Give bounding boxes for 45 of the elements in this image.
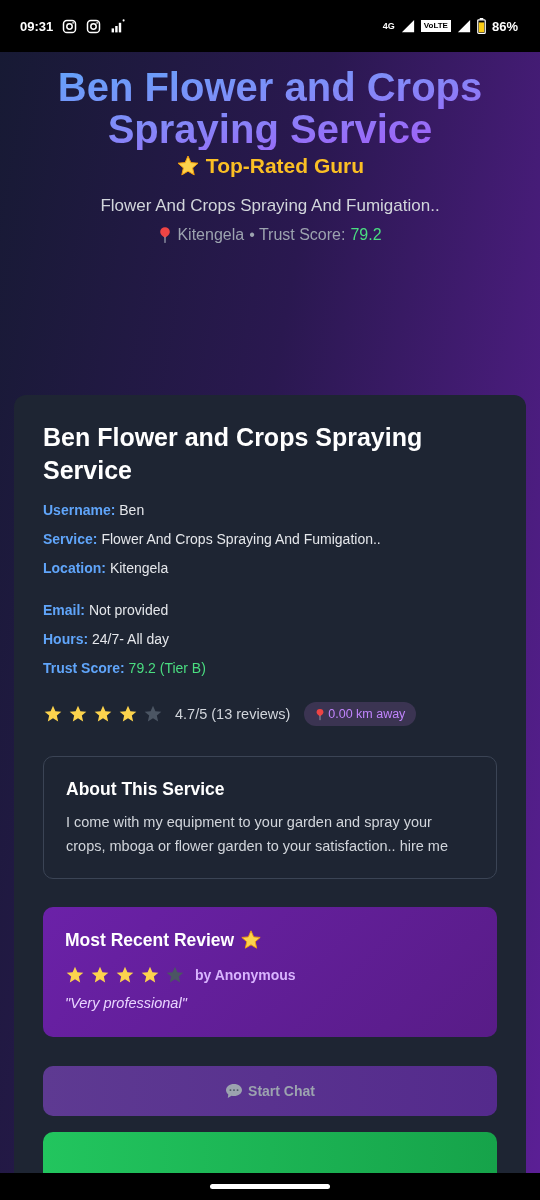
chat-bubble-icon	[225, 1083, 244, 1099]
camera-app-icon	[62, 18, 78, 34]
rating-text: 4.7/5 (13 reviews)	[175, 706, 291, 722]
action-button[interactable]	[43, 1132, 497, 1173]
star-icon	[90, 965, 110, 985]
star-icon	[43, 704, 63, 724]
star-icon	[68, 704, 88, 724]
battery-icon	[476, 18, 486, 34]
badge-text: Top-Rated Guru	[205, 154, 365, 178]
detail-row-text: Service: Flower And Crops Spraying And Fumigation..	[43, 531, 382, 548]
hero-subtitle: Flower And Crops Spraying And Fumigation..	[100, 196, 440, 216]
home-indicator[interactable]	[210, 1184, 330, 1189]
signal-icon	[400, 19, 415, 33]
signal-bars-icon	[110, 18, 127, 34]
star-icon	[65, 965, 85, 985]
section-title: Most Recent Review	[65, 929, 235, 951]
star-icon	[165, 965, 185, 985]
detail-row-text: Location: Kitengela	[43, 560, 170, 577]
about-text: I come with my equipment to your garden and spray your crops, mboga or flower garden to your satisfaction.. hire me	[66, 813, 449, 856]
trust-score: 79.2	[350, 226, 382, 244]
pin-icon	[158, 226, 173, 244]
star-icon	[118, 704, 138, 724]
star-icon	[240, 929, 263, 951]
detail-row-text: Trust Score: 79.2 (Tier B)	[43, 660, 207, 677]
distance-text: 0.00 km away	[328, 707, 406, 721]
detail-row-text: Hours: 24/7- All day	[43, 631, 171, 648]
review-quote: "Very professional"	[65, 995, 189, 1011]
star-icon	[115, 965, 135, 985]
detail-row-text: Username: Ben	[43, 502, 146, 519]
star-icon	[175, 154, 200, 178]
volte-badge: VoLTE	[420, 20, 451, 32]
status-time: 09:31	[20, 18, 54, 34]
network-type: 4G	[382, 21, 395, 31]
section-title: About This Service	[66, 779, 226, 800]
star-icon	[93, 704, 113, 724]
review-author: by Anonymous	[195, 967, 296, 983]
score-label: • Trust Score:	[249, 226, 346, 244]
card-title: Ben Flower and Crops Spraying Service	[43, 422, 424, 486]
location-text: Kitengela	[177, 226, 245, 244]
star-icon	[140, 965, 160, 985]
signal-icon	[456, 19, 471, 33]
star-icon	[143, 704, 163, 724]
battery-percent: 86%	[491, 18, 518, 34]
camera-app-icon	[86, 18, 102, 34]
detail-row-text: Email: Not provided	[43, 602, 170, 619]
